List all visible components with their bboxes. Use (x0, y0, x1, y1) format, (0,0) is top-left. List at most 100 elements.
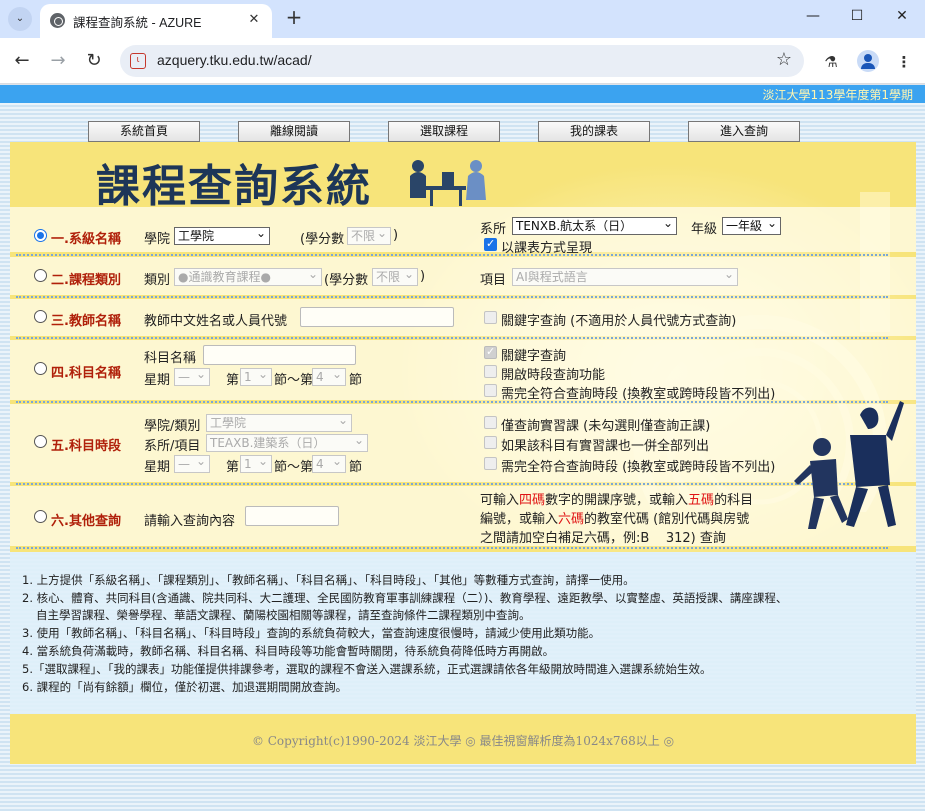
period-prefix: 第 (226, 373, 240, 388)
browser-tab[interactable]: 課程查詢系統 - AZURE ✕ (40, 4, 272, 38)
row-divider (16, 337, 888, 339)
tab-strip: ⌄ 課程查詢系統 - AZURE ✕ + — ☐ ✕ (0, 0, 925, 38)
query-panel: 課程查詢系統 一.系級名稱 學院 工學院 (學分數 不限 ) 系所 TENXB.… (10, 142, 916, 552)
maximize-button[interactable]: ☐ (845, 8, 869, 28)
dept-select[interactable]: TENXB.航太系（日） (512, 217, 677, 235)
minimize-button[interactable]: — (801, 8, 825, 28)
ts-exact-label: 需完全符合查詢時段 (換教室或跨時段皆不列出) (501, 460, 776, 475)
row-subject: 四.科目名稱 科目名稱 星期 — 第 1 節～第 4 節 關鍵字查詢 開啟時段查… (10, 340, 916, 402)
ts-period-suffix: 節 (349, 460, 363, 475)
ts-week-select[interactable]: — (174, 455, 210, 473)
radio-teacher[interactable] (34, 310, 47, 323)
teacher-input[interactable] (300, 307, 454, 327)
back-icon[interactable]: ← (10, 49, 34, 73)
subject-time-checkbox[interactable] (484, 365, 497, 378)
period-suffix: 節 (349, 373, 363, 388)
period-mid: 節～第 (274, 373, 314, 388)
lab-only-checkbox[interactable] (484, 416, 497, 429)
notes-panel: 1. 上方提供「系級名稱」、「課程類別」、「教師名稱」、「科目名稱」、「科目時段… (10, 552, 916, 714)
subject-exact-label: 需完全符合查詢時段 (換教室或跨時段皆不列出) (501, 387, 776, 402)
period-to-select[interactable]: 4 (312, 368, 346, 386)
period-from-select[interactable]: 1 (240, 368, 272, 386)
credits-label: (學分數 (300, 232, 345, 247)
ts-college-label: 學院/類別 (144, 419, 201, 434)
other-help-line1: 可輸入四碼數字的開課序號，或輸入五碼的科目 (480, 493, 754, 508)
subject-keyword-label: 關鍵字查詢 (501, 349, 567, 364)
subject-time-label: 開啟時段查詢功能 (501, 368, 606, 383)
dept-label: 系所 (480, 222, 507, 237)
ts-period-from-select[interactable]: 1 (240, 455, 272, 473)
forward-icon[interactable]: → (46, 49, 70, 73)
menu-select-course-button[interactable]: 選取課程 (388, 121, 500, 142)
ts-exact-checkbox[interactable] (484, 457, 497, 470)
profile-avatar[interactable] (857, 50, 879, 72)
subject-input[interactable] (203, 345, 356, 365)
note-1: 1. 上方提供「系級名稱」、「課程類別」、「教師名稱」、「科目名稱」、「科目時段… (22, 573, 635, 587)
teacher-keyword-checkbox[interactable] (484, 311, 497, 324)
new-tab-button[interactable]: + (282, 6, 306, 30)
ts-week-label: 星期 (144, 460, 171, 475)
row-divider (16, 483, 888, 485)
bookmark-star-icon[interactable]: ☆ (776, 49, 792, 70)
menu-offline-button[interactable]: 離線閱讀 (238, 121, 350, 142)
ts-period-to-select[interactable]: 4 (312, 455, 346, 473)
page-body: 淡江大學113學年度第1學期 系統首頁 離線閱讀 選取課程 我的課表 進入查詢 … (0, 85, 925, 811)
subject-keyword-checkbox[interactable] (484, 345, 497, 359)
week-select[interactable]: — (174, 368, 210, 386)
type-select[interactable]: ●通識教育課程● (174, 268, 322, 286)
teacher-label: 教師中文姓名或人員代號 (144, 314, 288, 329)
label-timeslot: 五.科目時段 (51, 439, 121, 454)
item-select[interactable]: AI與程式語言 (512, 268, 738, 286)
more-menu-icon[interactable]: ⋮ (893, 51, 915, 73)
row-teacher: 三.教師名稱 教師中文姓名或人員代號 關鍵字查詢 (不適用於人員代號方式查詢) (10, 299, 916, 336)
radio-category[interactable] (34, 269, 47, 282)
label-department: 一.系級名稱 (51, 232, 121, 247)
tab-title: 課程查詢系統 - AZURE (73, 16, 202, 30)
credits-select-2[interactable]: 不限 (372, 268, 418, 286)
ts-period-mid: 節～第 (274, 460, 314, 475)
site-info-icon[interactable]: ι (130, 53, 146, 69)
item-label: 項目 (480, 273, 507, 288)
labs-flask-icon[interactable]: ⚗ (820, 51, 842, 73)
other-query-input[interactable] (245, 506, 339, 526)
browser-toolbar: ← → ↻ ι azquery.tku.edu.tw/acad/ ☆ ⚗ ⋮ (0, 38, 925, 84)
include-lab-checkbox[interactable] (484, 436, 497, 449)
type-label: 類別 (144, 273, 171, 288)
label-subject: 四.科目名稱 (51, 366, 121, 381)
subject-exact-checkbox[interactable] (484, 384, 497, 397)
footer: © Copyright(c)1990-2024 淡江大學 ◎ 最佳視窗解析度為1… (10, 714, 916, 764)
grade-label: 年級 (691, 222, 718, 237)
tab-search-button[interactable]: ⌄ (8, 7, 32, 31)
radio-department[interactable] (34, 229, 47, 242)
radio-timeslot[interactable] (34, 435, 47, 448)
menu-query-button[interactable]: 進入查詢 (688, 121, 800, 142)
grade-select[interactable]: 一年級 (722, 217, 781, 235)
address-bar[interactable]: ι azquery.tku.edu.tw/acad/ ☆ (120, 45, 804, 77)
copyright-text: © Copyright(c)1990-2024 淡江大學 ◎ 最佳視窗解析度為1… (251, 734, 675, 748)
credits-close-2: ) (420, 269, 426, 284)
ts-dept-select[interactable]: TEAXB.建築系（日） (206, 434, 368, 452)
reload-icon[interactable]: ↻ (82, 49, 106, 73)
close-window-button[interactable]: ✕ (890, 8, 914, 28)
radio-subject[interactable] (34, 362, 47, 375)
note-2-cont: 自主學習課程、榮譽學程、華語文課程、蘭陽校園相關等課程，請至查詢條件二課程類別中… (36, 608, 531, 622)
college-select[interactable]: 工學院 (174, 227, 270, 245)
label-category: 二.課程類別 (51, 273, 121, 288)
close-tab-icon[interactable]: ✕ (244, 10, 264, 30)
menu-home-button[interactable]: 系統首頁 (88, 121, 200, 142)
row-category: 二.課程類別 類別 ●通識教育課程● (學分數 不限 ) 項目 AI與程式語言 (10, 257, 916, 295)
note-6: 6. 課程的「尚有餘額」欄位，僅於初選、加退選期間開放查詢。 (22, 680, 348, 694)
other-help-line3: 之間請加空白補足六碼，例:B 312) 查詢 (480, 531, 726, 546)
menu-my-timetable-button[interactable]: 我的課表 (538, 121, 650, 142)
url-text: azquery.tku.edu.tw/acad/ (157, 52, 312, 68)
timetable-checkbox[interactable] (484, 237, 497, 251)
ts-dept-label: 系所/項目 (144, 439, 201, 454)
ts-period-prefix: 第 (226, 460, 240, 475)
radio-other[interactable] (34, 510, 47, 523)
jumping-people-illustration (794, 401, 904, 529)
credits-label-2: (學分數 (324, 273, 369, 288)
lab-only-label: 僅查詢實習課 (未勾選則僅查詢正課) (501, 419, 711, 434)
ts-college-select[interactable]: 工學院 (206, 414, 352, 432)
credits-select[interactable]: 不限 (347, 227, 391, 245)
row-timeslot: 五.科目時段 學院/類別 工學院 系所/項目 TEAXB.建築系（日） 星期 —… (10, 404, 916, 482)
